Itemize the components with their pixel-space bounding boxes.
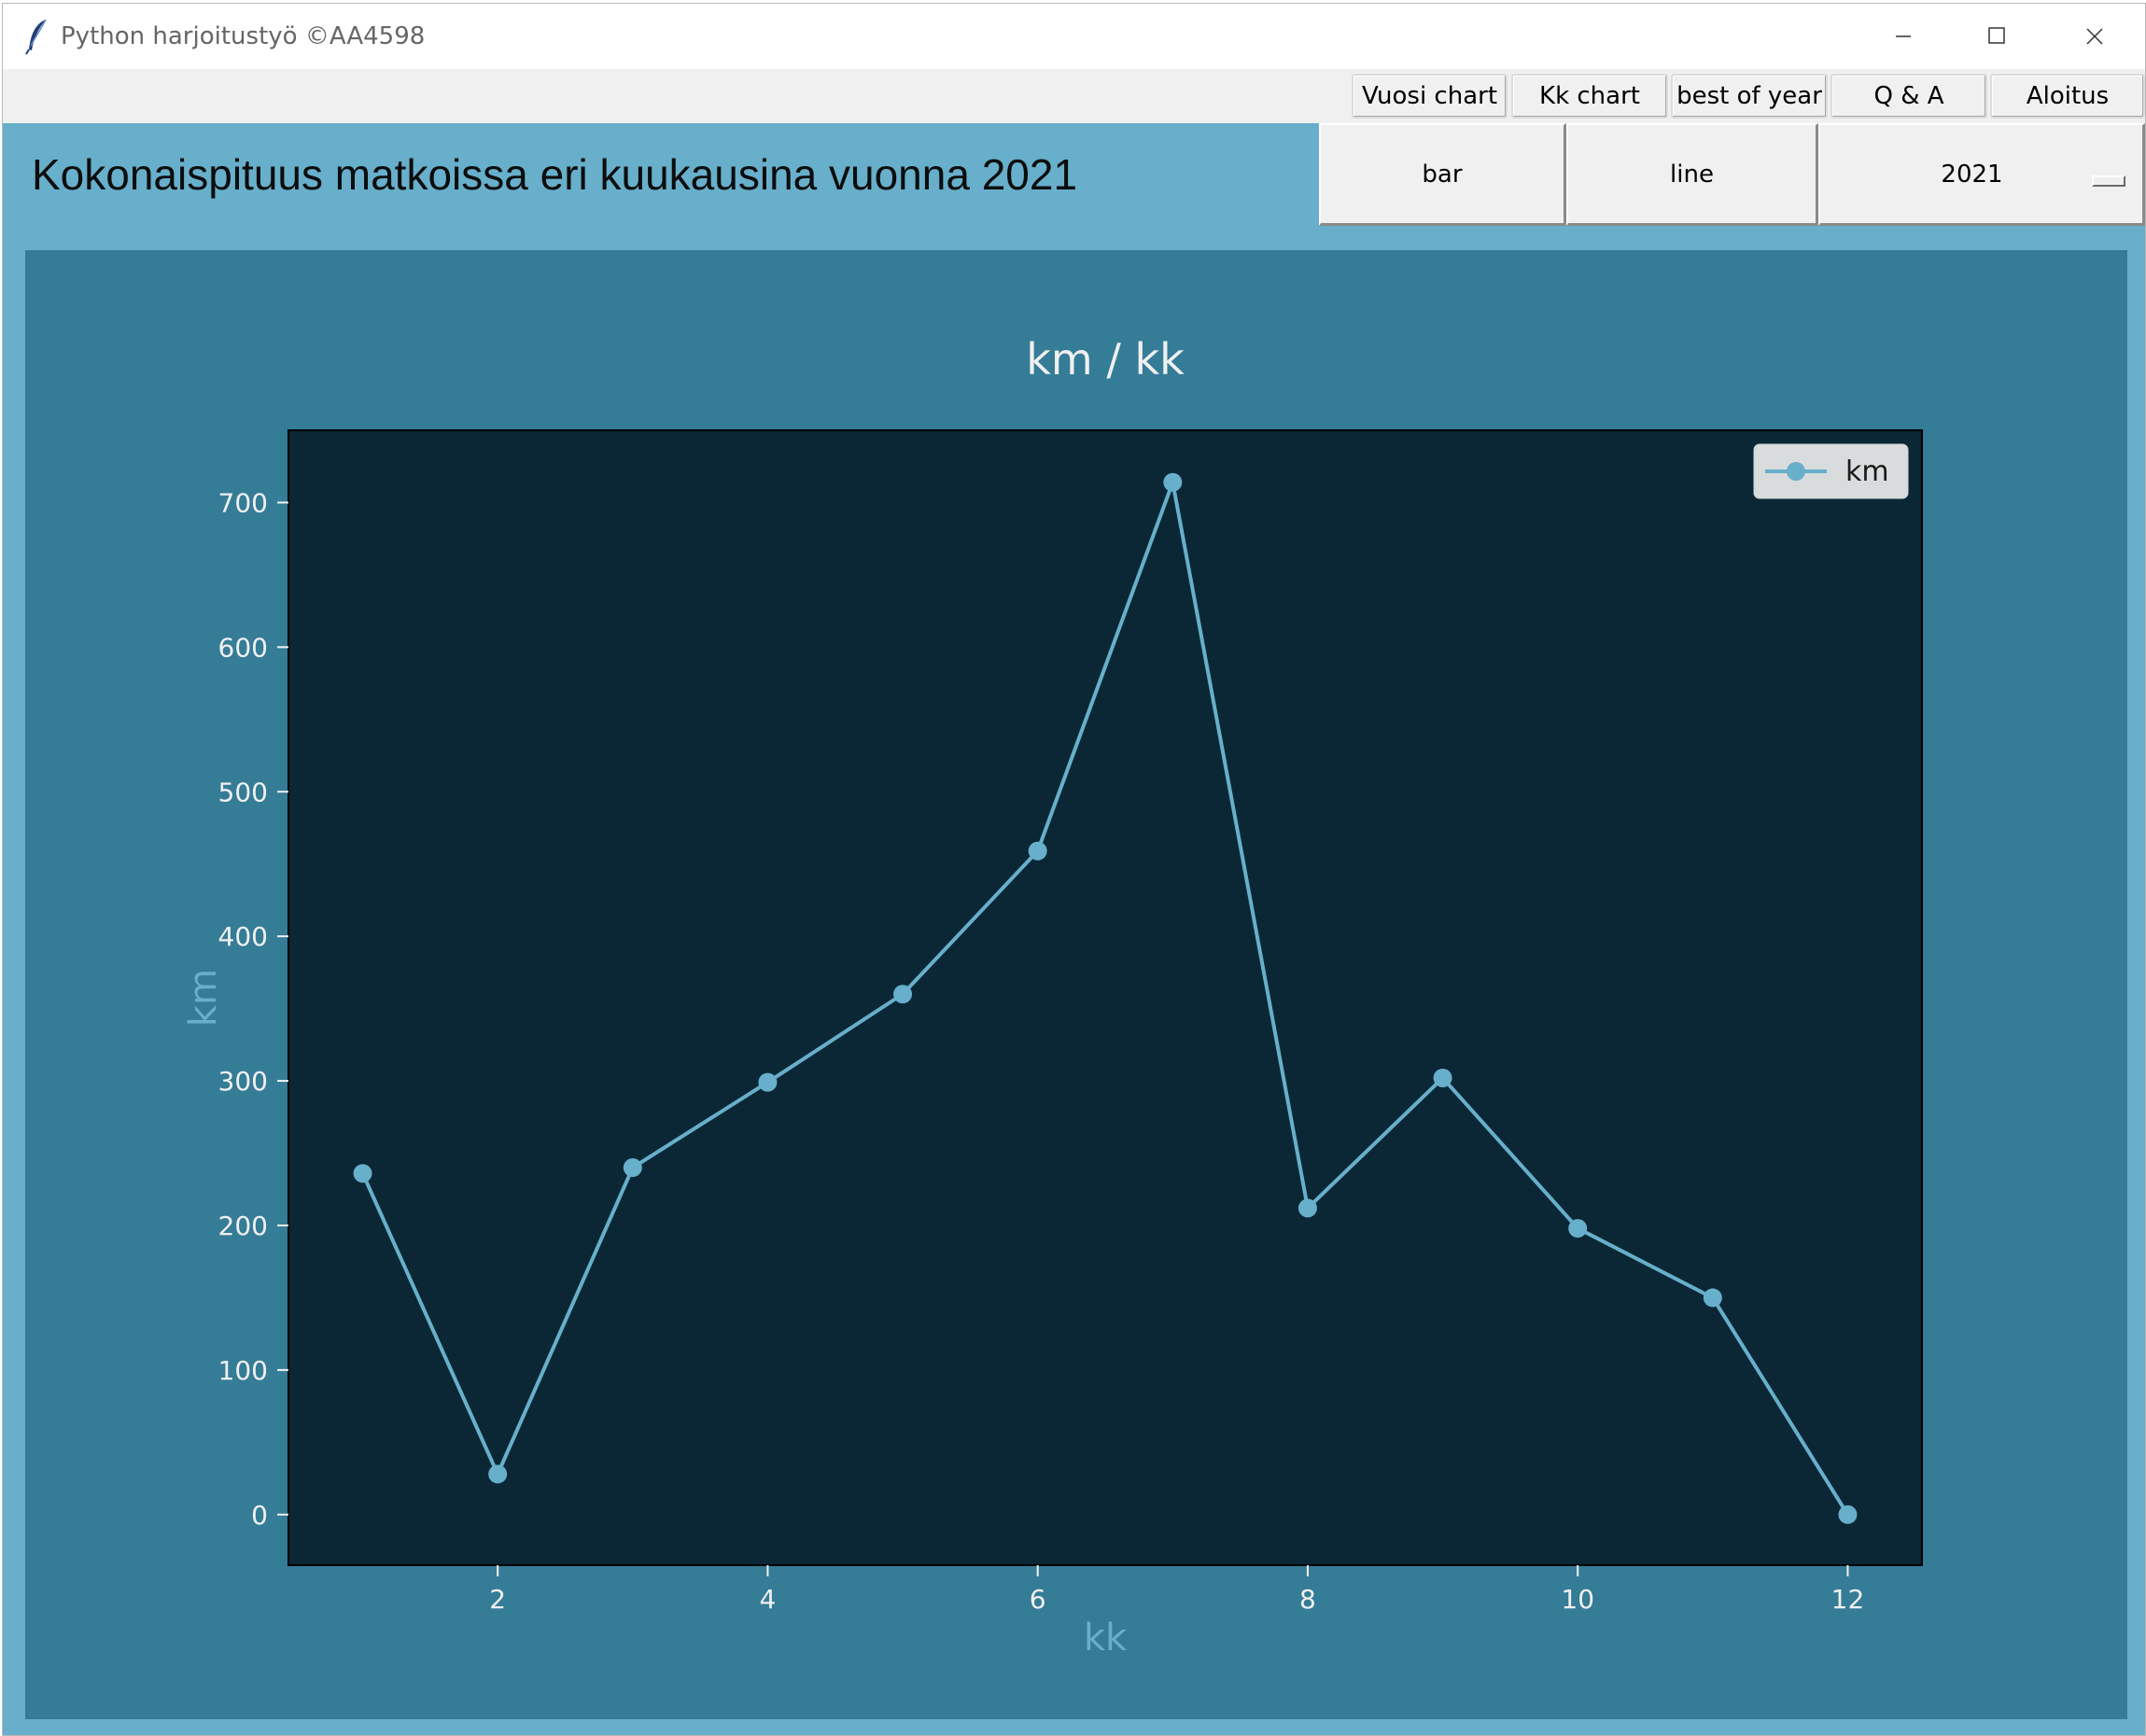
feather-icon [25,19,47,55]
data-point [488,1464,508,1484]
year-select-value: 2021 [1941,160,2003,189]
page-title: Kokonaispituus matkoissa eri kuukausina … [32,150,1078,199]
y-tick-label: 400 [218,921,268,952]
bar-chart-button[interactable]: bar [1319,123,1566,226]
year-select[interactable]: 2021 [1818,123,2145,226]
data-point [353,1164,372,1183]
close-button[interactable] [2055,13,2139,60]
x-tick-label: 2 [489,1584,506,1615]
data-point [1433,1068,1452,1087]
x-tick-label: 8 [1299,1584,1316,1615]
main-panel: Kokonaispituus matkoissa eri kuukausina … [3,123,2145,1735]
nav-bar: Vuosi chart Kk chart best of year Q & A … [3,69,2145,123]
kk-chart-button[interactable]: Kk chart [1511,74,1668,119]
y-tick-label: 0 [251,1500,268,1531]
minimize-button[interactable] [1860,13,1944,60]
y-tick-label: 700 [218,487,268,518]
legend-marker-icon [1787,462,1805,481]
y-tick-label: 300 [218,1066,268,1097]
y-tick-label: 100 [218,1355,268,1386]
data-point [758,1072,778,1092]
y-axis-label: km [182,969,225,1027]
qa-button[interactable]: Q & A [1830,74,1987,119]
chart-legend: km [1753,443,1909,499]
x-axis-label: kk [1084,1617,1128,1659]
data-point [1703,1288,1722,1308]
chart-figure: km / kk 0 100 200 300 400 500 600 700 2 4 6 8 10 12 kk k… [25,250,2127,1719]
best-of-year-button[interactable]: best of year [1671,74,1828,119]
data-point [893,985,913,1004]
data-point [1028,841,1047,861]
aloitus-button[interactable]: Aloitus [1990,74,2145,119]
x-tick-label: 12 [1831,1584,1865,1615]
vuosi-chart-button[interactable]: Vuosi chart [1352,74,1508,119]
data-point [1163,472,1183,492]
data-point [623,1158,642,1178]
app-window: Python harjoitustyö ©AA4598 Vuosi chart … [2,3,2146,1736]
legend-label: km [1845,455,1889,488]
x-tick-label: 10 [1561,1584,1594,1615]
x-tick-label: 6 [1030,1584,1046,1615]
data-point [1297,1198,1317,1218]
line-chart: km / kk 0 100 200 300 400 500 600 700 2 4 6 8 10 12 kk k… [182,334,1923,1659]
y-tick-label: 200 [218,1211,268,1241]
dropdown-indicator-icon [2092,175,2125,187]
y-tick-label: 500 [218,777,268,807]
title-bar: Python harjoitustyö ©AA4598 [3,4,2145,69]
maximize-button[interactable] [1957,13,2041,60]
data-point [1568,1219,1588,1239]
line-chart-button[interactable]: line [1566,123,1818,226]
chart-title: km / kk [1026,334,1185,385]
window-title: Python harjoitustyö ©AA4598 [61,22,426,50]
y-tick-label: 600 [218,632,268,663]
data-point [1838,1505,1858,1524]
x-tick-label: 4 [760,1584,777,1615]
